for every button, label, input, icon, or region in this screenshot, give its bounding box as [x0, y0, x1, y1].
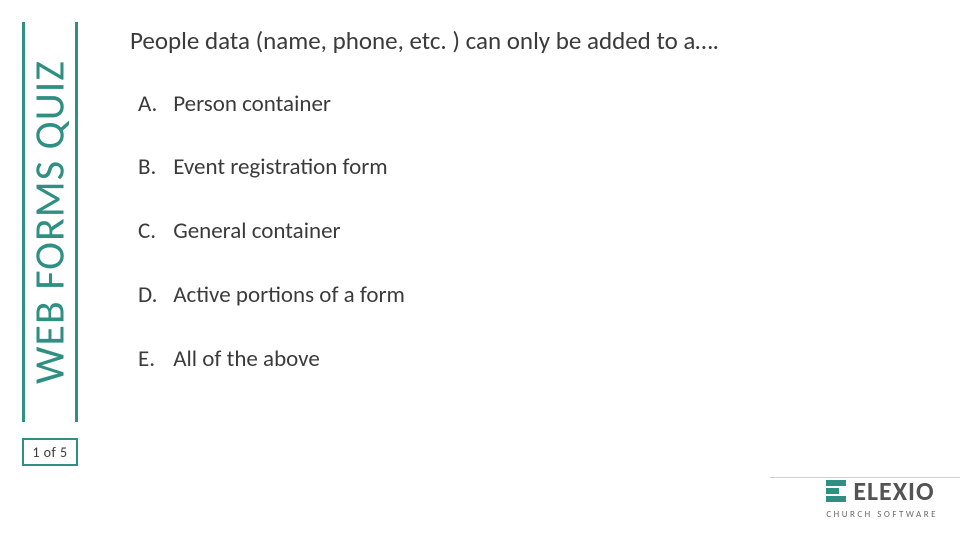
side-title-box: WEB FORMS QUIZ — [22, 22, 78, 422]
brand-logo: ELEXIO CHURCH SOFTWARE — [826, 475, 938, 520]
option-text: All of the above — [173, 345, 320, 373]
option-d: D. Active portions of a form — [138, 281, 930, 311]
option-text: Event registration form — [173, 153, 387, 181]
option-a: A. Person container — [138, 90, 930, 120]
logo-tagline: CHURCH SOFTWARE — [826, 509, 938, 520]
logo-top-row: ELEXIO — [826, 475, 938, 507]
logo-mark-icon — [826, 480, 846, 502]
option-letter: D. — [138, 281, 168, 311]
options-list: A. Person container B. Event registratio… — [138, 90, 930, 375]
option-text: Person container — [173, 90, 331, 118]
option-letter: A. — [138, 90, 168, 120]
option-e: E. All of the above — [138, 345, 930, 375]
option-letter: C. — [138, 217, 168, 247]
question-text: People data (name, phone, etc. ) can onl… — [130, 25, 930, 58]
option-c: C. General container — [138, 217, 930, 247]
page-counter: 1 of 5 — [22, 438, 78, 466]
option-text: Active portions of a form — [173, 281, 405, 309]
option-b: B. Event registration form — [138, 153, 930, 183]
option-letter: E. — [138, 345, 168, 375]
quiz-content: People data (name, phone, etc. ) can onl… — [130, 25, 930, 409]
option-letter: B. — [138, 153, 168, 183]
option-text: General container — [173, 217, 340, 245]
side-title: WEB FORMS QUIZ — [25, 60, 76, 384]
logo-brand-text: ELEXIO — [853, 475, 934, 507]
